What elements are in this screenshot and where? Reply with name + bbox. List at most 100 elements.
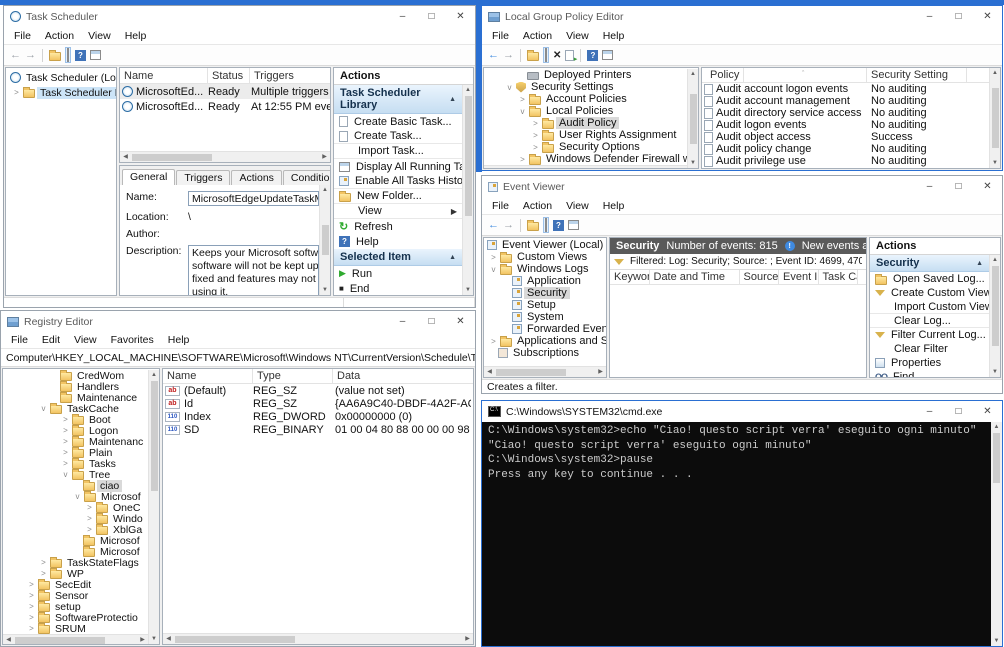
vertical-scrollbar[interactable]: ▲▼ [687, 69, 698, 168]
horizontal-scrollbar[interactable]: ◀▶ [484, 366, 606, 377]
chevron-icon[interactable]: > [61, 448, 70, 457]
tree-item-maintenance[interactable]: Maintenance [3, 392, 148, 403]
menu-action[interactable]: Action [516, 29, 559, 43]
actions-group-header[interactable]: Security▲ [870, 255, 989, 272]
action-display-running-tasks[interactable]: Display All Running Tasks [334, 159, 462, 174]
tree-item-task-scheduler-local[interactable]: Task Scheduler (Local) [6, 70, 116, 85]
chevron-icon[interactable]: > [85, 503, 94, 512]
policy-row[interactable]: Audit account logon eventsNo auditing [702, 83, 989, 95]
tree-item-custom-views[interactable]: >Custom Views [484, 251, 606, 263]
chevron-icon[interactable]: > [61, 426, 70, 435]
col-policy[interactable]: Policy＾ [702, 68, 867, 82]
menu-file[interactable]: File [4, 333, 35, 347]
tree-item-security-options[interactable]: >Security Options [484, 141, 687, 153]
chevron-icon[interactable]: > [531, 143, 540, 152]
titlebar[interactable]: Task Scheduler –□✕ [4, 6, 475, 27]
minimize-button[interactable]: – [915, 6, 944, 27]
tree-item-setup[interactable]: Setup [484, 299, 606, 311]
menu-edit[interactable]: Edit [35, 333, 67, 347]
tree-item-tasks[interactable]: >Tasks [3, 458, 148, 469]
chevron-icon[interactable]: > [39, 569, 48, 578]
action-refresh[interactable]: ↻Refresh [334, 219, 462, 234]
chevron-icon[interactable]: > [531, 119, 540, 128]
value-row-index[interactable]: 110IndexREG_DWORD0x00000000 (0) [163, 410, 473, 423]
close-button[interactable]: ✕ [973, 176, 1002, 197]
action-view[interactable]: View▶ [334, 204, 462, 219]
col-name[interactable]: Name [163, 369, 253, 383]
tab-conditions[interactable]: Conditions [283, 170, 331, 185]
chevron-icon[interactable]: v [505, 83, 514, 92]
tree-item-user-rights[interactable]: >User Rights Assignment [484, 129, 687, 141]
back-icon[interactable]: ← [488, 49, 499, 61]
menu-favorites[interactable]: Favorites [104, 333, 161, 347]
action-create-task[interactable]: Create Task... [334, 129, 462, 144]
titlebar[interactable]: Local Group Policy Editor –□✕ [482, 6, 1002, 27]
close-button[interactable]: ✕ [446, 6, 475, 27]
chevron-icon[interactable]: v [73, 492, 82, 501]
value-row-default[interactable]: ab(Default)REG_SZ(value not set) [163, 384, 473, 397]
action-create-basic-task[interactable]: Create Basic Task... [334, 114, 462, 129]
tab-general[interactable]: General [122, 169, 175, 185]
menu-view[interactable]: View [81, 29, 118, 43]
tree-item-system[interactable]: System [484, 311, 606, 323]
horizontal-scrollbar[interactable]: ◀▶ [120, 151, 330, 162]
export-list-icon[interactable] [565, 50, 574, 61]
tree-item-maintenanc[interactable]: >Maintenanc [3, 436, 148, 447]
titlebar[interactable]: C:\ C:\Windows\SYSTEM32\cmd.exe –□✕ [482, 401, 1002, 422]
vertical-scrollbar[interactable]: ▲▼ [989, 255, 1000, 377]
action-filter-current-log[interactable]: Filter Current Log... [870, 328, 989, 342]
menu-action[interactable]: Action [38, 29, 81, 43]
action-create-custom-view[interactable]: Create Custom View... [870, 286, 989, 300]
tree-item-microsoft3[interactable]: Microsof [3, 546, 148, 557]
vertical-scrollbar[interactable]: ▲▼ [989, 68, 1000, 168]
minimize-button[interactable]: – [915, 401, 944, 422]
menu-file[interactable]: File [485, 29, 516, 43]
vertical-scrollbar[interactable]: ▲▼ [991, 422, 1002, 646]
col-event-id[interactable]: Event ID [779, 270, 819, 284]
tree-item-event-viewer-local[interactable]: Event Viewer (Local) [484, 239, 606, 251]
back-icon[interactable]: ← [10, 49, 21, 61]
chevron-collapsed-icon[interactable]: > [12, 88, 21, 97]
action-new-folder[interactable]: New Folder... [334, 189, 462, 204]
menu-help[interactable]: Help [596, 199, 632, 213]
address-bar[interactable]: Computer\HKEY_LOCAL_MACHINE\SOFTWARE\Mic… [1, 349, 475, 367]
col-source[interactable]: Source [740, 270, 780, 284]
tree-item-credwom[interactable]: CredWom [3, 370, 148, 381]
tree-item-application[interactable]: Application [484, 275, 606, 287]
action-enable-history[interactable]: Enable All Tasks History [334, 174, 462, 189]
show-tree-icon[interactable] [543, 217, 549, 233]
chevron-icon[interactable]: v [518, 107, 527, 116]
vertical-scrollbar[interactable]: ▲▼ [148, 370, 159, 644]
policy-row[interactable]: Audit account managementNo auditing [702, 95, 989, 107]
policy-row[interactable]: Audit privilege useNo auditing [702, 155, 989, 167]
chevron-icon[interactable]: > [27, 580, 36, 589]
col-date-time[interactable]: Date and Time [650, 270, 740, 284]
help-icon[interactable]: ? [75, 50, 86, 61]
action-clear-filter[interactable]: Clear Filter [870, 342, 989, 356]
action-open-saved-log[interactable]: Open Saved Log... [870, 272, 989, 286]
tree-item-security[interactable]: Security [484, 287, 606, 299]
menu-view[interactable]: View [559, 29, 596, 43]
tree-item-microsoft2[interactable]: Microsof [3, 535, 148, 546]
tree-item-boot[interactable]: >Boot [3, 414, 148, 425]
minimize-button[interactable]: – [388, 311, 417, 332]
forward-icon[interactable]: → [503, 49, 514, 61]
up-folder-icon[interactable] [49, 52, 61, 61]
chevron-icon[interactable]: > [85, 514, 94, 523]
tree-item-taskstateflags[interactable]: >TaskStateFlags [3, 557, 148, 568]
show-tree-icon[interactable] [543, 47, 549, 63]
show-actions-icon[interactable] [602, 50, 613, 60]
menu-help[interactable]: Help [118, 29, 154, 43]
action-import-custom-view[interactable]: Import Custom View... [870, 300, 989, 314]
chevron-icon[interactable]: > [27, 613, 36, 622]
filter-bar[interactable]: Filtered: Log: Security; Source: ; Event… [610, 254, 866, 270]
console-output[interactable]: C:\Windows\system32>echo "Ciao! questo s… [482, 422, 991, 646]
tree-item-ciao[interactable]: ciao [3, 480, 148, 491]
tree-item-audit-policy[interactable]: >Audit Policy [484, 117, 687, 129]
chevron-icon[interactable]: > [27, 591, 36, 600]
chevron-icon[interactable]: > [518, 155, 527, 164]
maximize-button[interactable]: □ [944, 176, 973, 197]
chevron-icon[interactable]: > [27, 602, 36, 611]
tree-item-xblgamesave[interactable]: >XblGa [3, 524, 148, 535]
chevron-icon[interactable]: v [39, 404, 48, 413]
